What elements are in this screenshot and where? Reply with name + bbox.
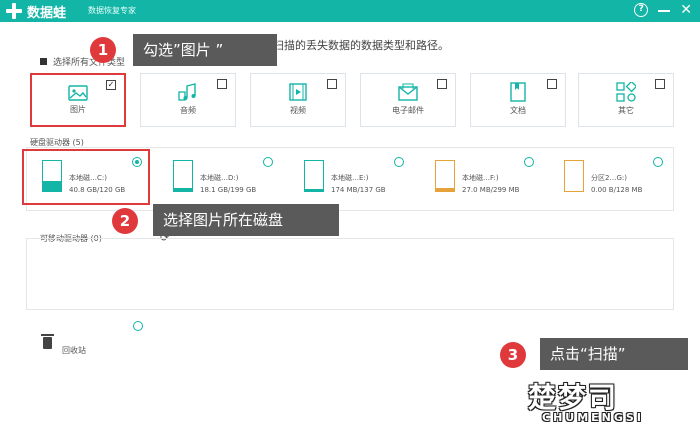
close-icon[interactable]: ✕ <box>680 3 692 17</box>
other-checkbox[interactable] <box>655 79 665 89</box>
callout-text: 勾选”图片 ” <box>143 41 224 59</box>
minimize-icon[interactable] <box>658 10 671 12</box>
audio-icon <box>178 83 196 101</box>
drive-size: 18.1 GB/199 GB <box>200 186 257 194</box>
trash-icon <box>41 334 54 349</box>
email-checkbox[interactable] <box>437 79 447 89</box>
watermark-sub: CHUMENGSI <box>542 411 644 424</box>
removable-drives-panel <box>26 238 674 310</box>
file-type-label: 音频 <box>180 106 196 115</box>
callout-3: 点击“扫描” <box>540 338 688 370</box>
recycle-bin-radio[interactable] <box>133 321 143 331</box>
drive-d-radio[interactable] <box>263 157 273 167</box>
watermark: 楚梦司 CHUMENGSI <box>528 376 698 428</box>
select-all-label: 选择所有文件类型 <box>53 58 126 68</box>
step-number-3: 3 <box>500 342 526 368</box>
document-icon <box>510 82 526 102</box>
step-number-2: 2 <box>112 208 138 234</box>
audio-checkbox[interactable] <box>217 79 227 89</box>
callout-2: 选择图片所在磁盘 <box>153 204 339 236</box>
drive-e-radio[interactable] <box>394 157 404 167</box>
drive-c-highlight <box>22 149 150 205</box>
drive-size: 0.00 B/128 MB <box>591 186 643 194</box>
email-icon <box>398 83 418 101</box>
app-subtitle: 数据恢复专家 <box>88 6 136 15</box>
title-bar: 数据蛙 数据恢复专家 ? ✕ <box>0 0 700 22</box>
drive-icon <box>564 160 584 192</box>
file-type-label: 电子邮件 <box>392 106 424 115</box>
step-number-1: 1 <box>90 37 116 63</box>
document-checkbox[interactable] <box>547 79 557 89</box>
drive-size: 27.0 MB/299 MB <box>462 186 520 194</box>
file-type-label: 视频 <box>290 106 306 115</box>
callout-text: 点击“扫描” <box>550 345 626 363</box>
file-type-other[interactable]: 其它 <box>578 73 674 127</box>
drive-icon <box>304 160 324 192</box>
drive-name: 分区2…G:) <box>591 174 627 182</box>
file-type-video[interactable]: 视频 <box>250 73 346 127</box>
video-checkbox[interactable] <box>327 79 337 89</box>
image-checkbox[interactable]: ✓ <box>106 80 116 90</box>
file-type-label: 其它 <box>618 106 634 115</box>
drive-name: 本地磁…E:) <box>331 174 369 182</box>
drive-name: 本地磁…F:) <box>462 174 499 182</box>
app-logo-icon <box>6 3 22 19</box>
drive-g-radio[interactable] <box>653 157 663 167</box>
drive-name: 本地磁…D:) <box>200 174 239 182</box>
drive-icon <box>435 160 455 192</box>
drive-size: 174 MB/137 GB <box>331 186 386 194</box>
drive-f-radio[interactable] <box>524 157 534 167</box>
drive-c-radio[interactable] <box>132 157 142 167</box>
video-icon <box>289 83 307 101</box>
watermark-main: 楚梦司 <box>528 381 619 414</box>
image-icon <box>68 85 88 101</box>
recycle-bin-label: 回收站 <box>62 346 86 355</box>
file-type-label: 图片 <box>70 105 86 114</box>
select-all-box[interactable] <box>40 58 47 65</box>
file-type-label: 文档 <box>510 106 526 115</box>
app-brand: 数据蛙 <box>27 6 67 21</box>
drive-icon <box>173 160 193 192</box>
help-icon[interactable]: ? <box>634 3 649 17</box>
callout-1: 勾选”图片 ” <box>133 34 277 66</box>
callout-text: 选择图片所在磁盘 <box>163 211 284 229</box>
other-icon <box>616 82 636 102</box>
file-type-document[interactable]: 文档 <box>470 73 566 127</box>
file-type-email[interactable]: 电子邮件 <box>360 73 456 127</box>
file-type-audio[interactable]: 音频 <box>140 73 236 127</box>
file-type-image[interactable]: ✓ 图片 <box>30 73 126 127</box>
